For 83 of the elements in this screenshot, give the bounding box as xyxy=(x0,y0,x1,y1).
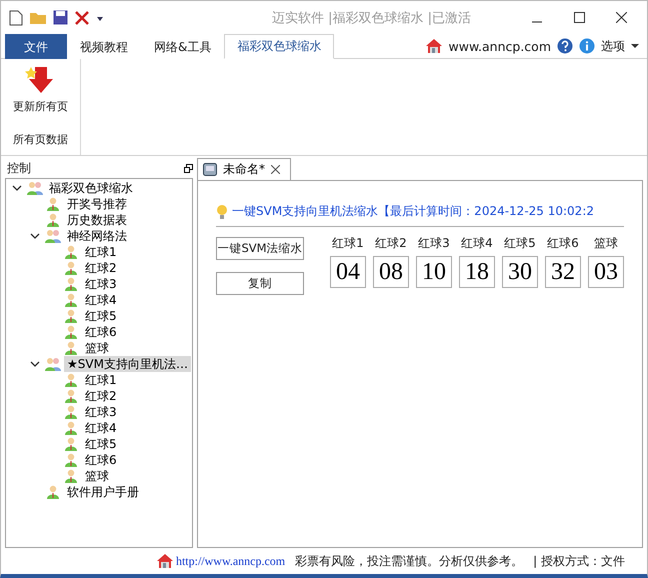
tree-item[interactable]: 红球2 xyxy=(82,388,120,404)
tree-item[interactable]: 红球1 xyxy=(82,372,120,388)
ball-number: 10 xyxy=(416,256,452,288)
document-icon xyxy=(203,163,217,176)
user-icon xyxy=(62,324,80,340)
ball-label: 红球6 xyxy=(547,235,579,252)
tree-item[interactable]: 篮球 xyxy=(82,468,112,484)
user-icon xyxy=(62,436,80,452)
user-icon xyxy=(62,468,80,484)
ball-label: 篮球 xyxy=(594,235,618,252)
user-icon xyxy=(44,484,62,500)
user-icon xyxy=(62,276,80,292)
ball-number: 32 xyxy=(545,256,581,288)
home-icon[interactable] xyxy=(424,38,443,54)
run-button[interactable]: 一键SVM法缩水 xyxy=(216,237,304,260)
restore-icon[interactable] xyxy=(184,164,193,172)
document-tab[interactable]: 未命名* xyxy=(197,158,291,180)
user-icon xyxy=(62,388,80,404)
user-icon xyxy=(44,196,62,212)
ball-number: 30 xyxy=(502,256,538,288)
users-icon xyxy=(44,228,62,244)
user-icon xyxy=(44,212,62,228)
save-icon[interactable] xyxy=(53,10,68,25)
ribbon-tab[interactable]: 福彩双色球缩水 xyxy=(224,34,334,59)
risk-notice: 彩票有风险，投注需谨慎。分析仅供参考。 xyxy=(295,552,524,570)
info-icon[interactable] xyxy=(579,38,595,54)
file-menu-tab[interactable]: 文件 xyxy=(5,34,67,59)
close-icon[interactable] xyxy=(616,12,626,23)
ball-number: 03 xyxy=(588,256,624,288)
window-title: 迈实软件 |福彩双色球缩水 |已激活 xyxy=(270,10,472,26)
tree-item[interactable]: 红球4 xyxy=(82,292,120,308)
tree-item[interactable]: 红球1 xyxy=(82,244,120,260)
user-icon xyxy=(62,260,80,276)
close-icon[interactable] xyxy=(271,165,280,174)
tree-item[interactable]: 开奖号推荐 xyxy=(64,196,130,212)
tree-item[interactable]: 篮球 xyxy=(82,340,112,356)
help-icon[interactable] xyxy=(557,38,573,54)
heading-text: 一键SVM支持向里机法缩水【最后计算时间：2024-12-25 10:02:2 xyxy=(232,203,594,220)
user-icon xyxy=(62,244,80,260)
user-icon xyxy=(62,340,80,356)
new-file-icon[interactable] xyxy=(9,10,23,26)
tree-item[interactable]: 红球6 xyxy=(82,324,120,340)
ribbon-tab[interactable]: 网络&工具 xyxy=(141,34,224,59)
tree-item[interactable]: 红球2 xyxy=(82,260,120,276)
options-menu[interactable]: 选项 xyxy=(601,38,625,54)
ball-label: 红球5 xyxy=(504,235,536,252)
ball-label: 红球4 xyxy=(461,235,493,252)
user-icon xyxy=(62,308,80,324)
user-icon xyxy=(62,372,80,388)
website-link[interactable]: www.anncp.com xyxy=(448,38,551,54)
home-icon[interactable] xyxy=(156,553,174,569)
copy-button[interactable]: 复制 xyxy=(216,272,304,295)
ball-label: 红球1 xyxy=(332,235,364,252)
caret-icon[interactable] xyxy=(631,43,639,49)
tree-item[interactable]: 红球3 xyxy=(82,276,120,292)
users-icon xyxy=(44,356,62,372)
tree-item[interactable]: 福彩双色球缩水 xyxy=(46,180,136,196)
user-icon xyxy=(62,420,80,436)
tree-item[interactable]: 红球3 xyxy=(82,404,120,420)
lightbulb-icon xyxy=(216,204,228,220)
license-text: | 授权方式：文件 xyxy=(533,552,625,570)
ball-label: 红球2 xyxy=(375,235,407,252)
maximize-icon[interactable] xyxy=(574,12,584,23)
tree-item[interactable]: 神经网络法 xyxy=(64,228,130,244)
user-icon xyxy=(62,404,80,420)
group-label: 所有页数据 xyxy=(13,132,68,147)
tree-item[interactable]: 红球6 xyxy=(82,452,120,468)
tree-item[interactable]: 软件用户手册 xyxy=(64,484,142,500)
users-icon xyxy=(26,180,44,196)
ball-label: 红球3 xyxy=(418,235,450,252)
user-icon xyxy=(62,292,80,308)
panel-title: 控制 xyxy=(7,160,31,176)
website-link[interactable]: http://www.anncp.com xyxy=(176,554,286,568)
ball-number: 08 xyxy=(373,256,409,288)
user-icon xyxy=(62,452,80,468)
refresh-all-button[interactable]: 更新所有页 xyxy=(11,63,70,116)
ball-number: 04 xyxy=(330,256,366,288)
ball-number: 18 xyxy=(459,256,495,288)
tree-item[interactable]: 历史数据表 xyxy=(64,212,130,228)
tree-item[interactable]: 红球5 xyxy=(82,308,120,324)
tree-item[interactable]: 红球5 xyxy=(82,436,120,452)
tree-item[interactable]: ★SVM支持向里机法… xyxy=(64,356,191,372)
tree-item[interactable]: 红球4 xyxy=(82,420,120,436)
